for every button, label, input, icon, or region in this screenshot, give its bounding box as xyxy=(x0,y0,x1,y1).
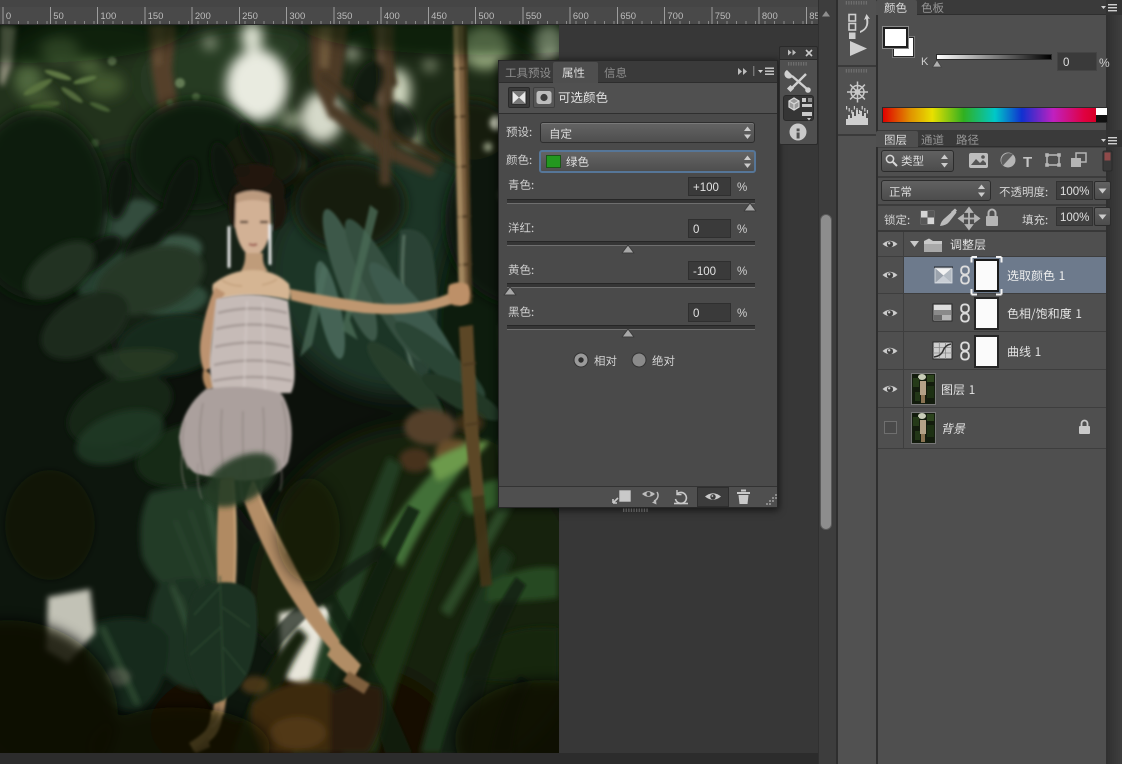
svg-text:T: T xyxy=(1023,154,1032,171)
svg-text:%: % xyxy=(737,308,747,320)
svg-text:0: 0 xyxy=(1063,57,1069,69)
svg-text:0: 0 xyxy=(693,224,699,236)
svg-text:100%: 100% xyxy=(1060,212,1089,224)
svg-text:0: 0 xyxy=(693,308,699,320)
svg-text:100%: 100% xyxy=(1060,186,1089,198)
svg-text:K: K xyxy=(921,56,929,68)
svg-text:%: % xyxy=(737,182,747,194)
svg-text:%: % xyxy=(737,266,747,278)
svg-text:-100: -100 xyxy=(693,266,716,278)
svg-text:%: % xyxy=(1099,56,1110,70)
svg-text:+100: +100 xyxy=(693,182,719,194)
svg-text:%: % xyxy=(737,224,747,236)
